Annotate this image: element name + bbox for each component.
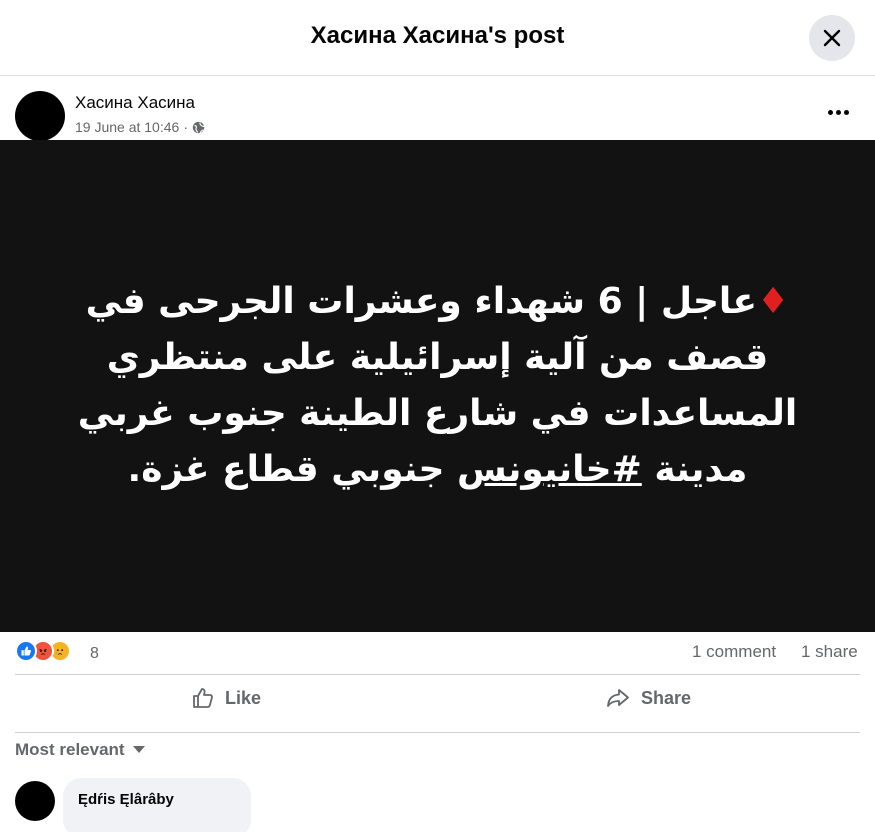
globe-icon[interactable]	[192, 121, 205, 134]
share-count[interactable]: 1 share	[801, 642, 858, 662]
more-options-icon	[827, 109, 833, 115]
comment-filter-dropdown[interactable]: Most relevant	[15, 740, 145, 760]
post-actions: Like Share	[15, 675, 860, 721]
post-text-tail: جنوبي قطاع غزة.	[127, 449, 457, 490]
like-button[interactable]: Like	[15, 675, 437, 721]
like-label: Like	[224, 687, 262, 708]
commenter-avatar[interactable]	[15, 781, 55, 821]
dialog-header: Хасина Хасина's post	[0, 0, 875, 76]
commenter-name[interactable]: Ędŕis Ęlârâby	[78, 791, 174, 808]
post-timestamp[interactable]: 19 June at 10:46	[75, 119, 179, 135]
close-icon	[823, 29, 841, 47]
comment-count[interactable]: 1 comment	[692, 642, 776, 662]
hashtag-link[interactable]: #خانيونس	[457, 449, 642, 490]
share-button[interactable]: Share	[437, 675, 859, 721]
post-image-text: ♦عاجل | 6 شهداء وعشرات الجرحى في قصف من …	[58, 274, 818, 498]
share-icon	[607, 689, 629, 707]
more-options-button[interactable]	[822, 102, 854, 122]
reactions-summary[interactable]	[15, 640, 71, 662]
comment-filter-label: Most relevant	[15, 740, 125, 759]
meta-separator: ·	[183, 119, 188, 135]
reaction-count[interactable]: 8	[90, 645, 99, 663]
post-meta: 19 June at 10:46 ·	[75, 119, 205, 135]
author-avatar[interactable]	[15, 91, 65, 141]
post-stats: 8 1 comment 1 share	[0, 632, 875, 674]
divider	[15, 732, 860, 733]
post-header: Хасина Хасина 19 June at 10:46 ·	[0, 76, 875, 141]
dialog-title: Хасина Хасина's post	[310, 22, 565, 49]
share-label: Share	[640, 687, 692, 708]
close-button[interactable]	[809, 15, 855, 61]
caret-down-icon	[132, 746, 145, 753]
like-reaction-icon	[15, 640, 37, 662]
like-icon	[193, 688, 213, 708]
red-diamond-icon: ♦	[757, 281, 790, 322]
author-name[interactable]: Хасина Хасина	[75, 93, 195, 113]
comment-bubble: Ędŕis Ęlârâby	[63, 778, 251, 832]
post-image[interactable]: ♦عاجل | 6 شهداء وعشرات الجرحى في قصف من …	[0, 140, 875, 632]
